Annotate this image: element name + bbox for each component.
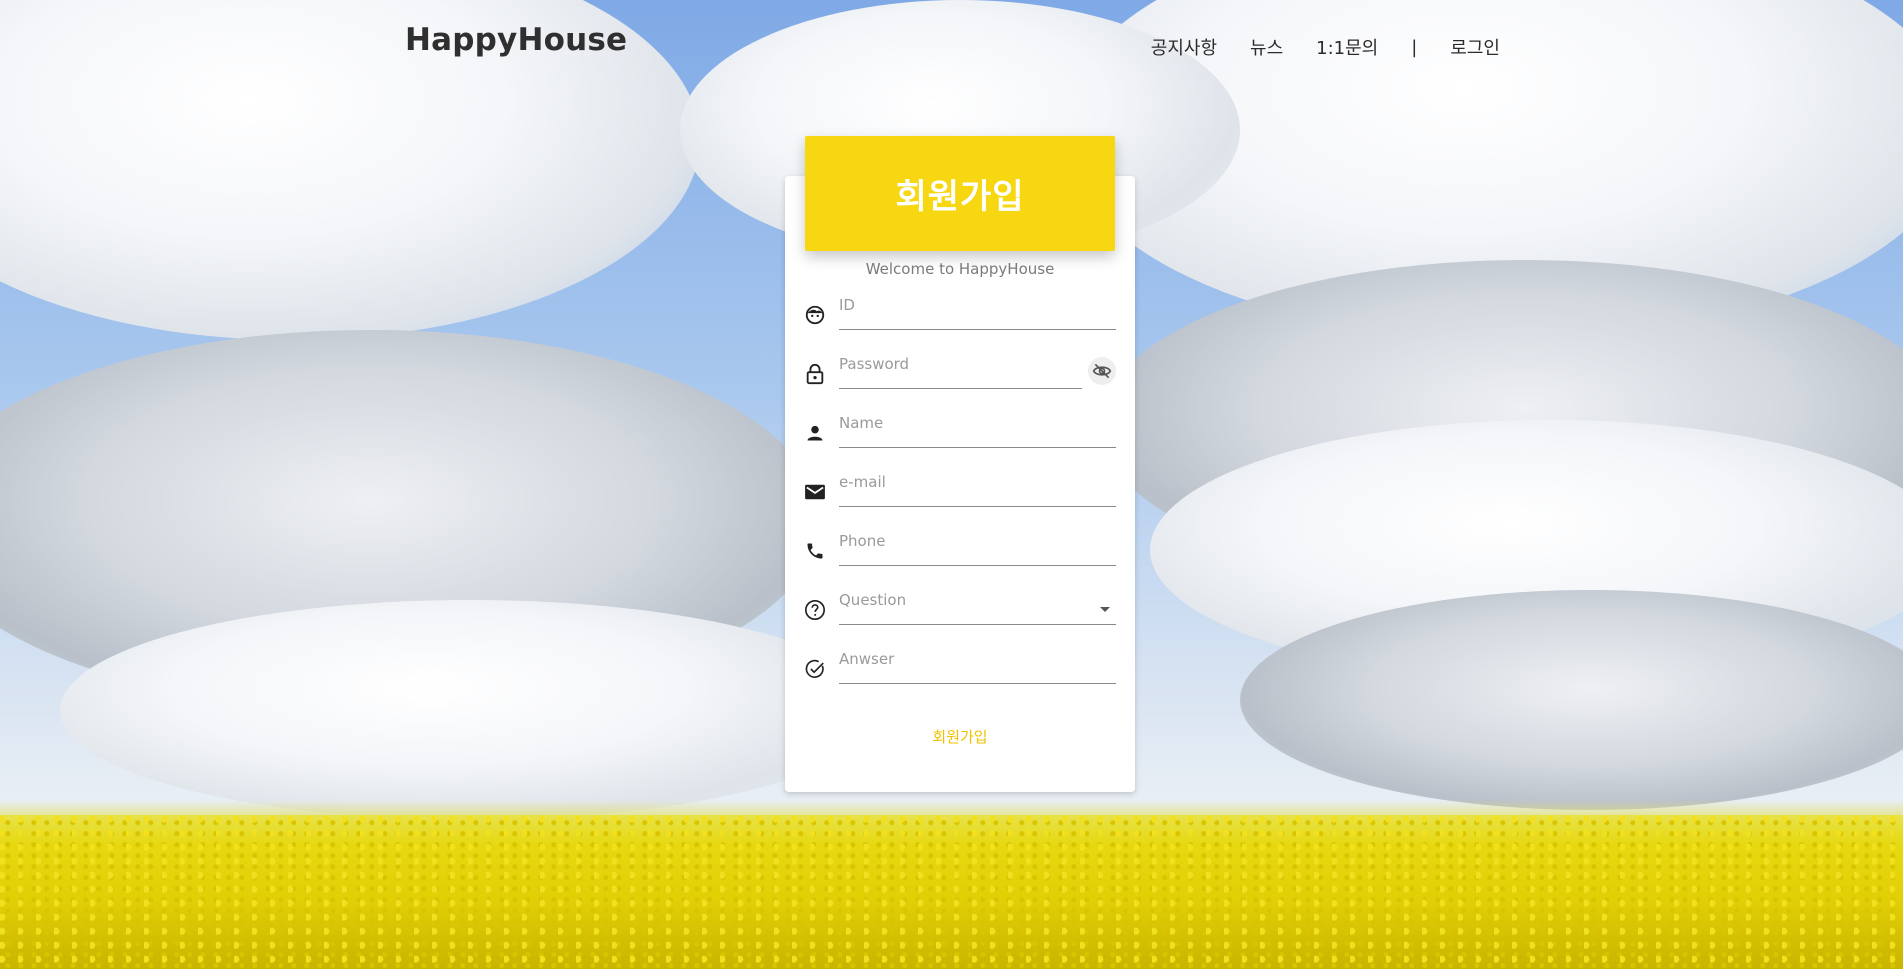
signup-card-header: 회원가입	[805, 136, 1115, 251]
chevron-down-icon[interactable]	[1100, 607, 1110, 612]
lock-icon	[804, 363, 826, 385]
signup-submit-button[interactable]: 회원가입	[785, 726, 1135, 747]
phone-row	[804, 526, 1116, 566]
welcome-text: Welcome to HappyHouse	[865, 260, 1055, 278]
site-logo[interactable]: HappyHouse	[405, 22, 627, 58]
person-icon	[804, 422, 826, 444]
help-circle-icon	[804, 599, 826, 621]
answer-row	[804, 644, 1116, 684]
signup-title: 회원가입	[895, 177, 1025, 217]
visibility-off-icon[interactable]	[1088, 357, 1116, 385]
phone-input[interactable]	[839, 526, 1116, 566]
password-row	[804, 349, 1116, 389]
question-select[interactable]	[839, 585, 1116, 625]
face-icon	[804, 304, 826, 326]
nav-separator: |	[1411, 36, 1418, 58]
email-input[interactable]	[839, 467, 1116, 507]
name-input[interactable]	[839, 408, 1116, 448]
nav-inquiry[interactable]: 1:1문의	[1316, 34, 1378, 60]
cloud	[1240, 590, 1903, 810]
answer-input[interactable]	[839, 644, 1116, 684]
password-input[interactable]	[839, 349, 1082, 389]
question-row	[804, 585, 1116, 625]
id-input[interactable]	[839, 290, 1116, 330]
name-row	[804, 408, 1116, 448]
email-row	[804, 467, 1116, 507]
id-row	[804, 290, 1116, 330]
top-nav: 공지사항 뉴스 1:1문의 | 로그인	[1118, 34, 1500, 60]
rapeseed-field	[0, 815, 1903, 969]
mail-icon	[804, 481, 826, 503]
nav-notice[interactable]: 공지사항	[1151, 34, 1217, 60]
cloud	[60, 600, 880, 820]
phone-icon	[804, 540, 826, 562]
nav-news[interactable]: 뉴스	[1250, 34, 1283, 60]
nav-login[interactable]: 로그인	[1450, 34, 1500, 60]
check-circle-icon	[804, 658, 826, 680]
